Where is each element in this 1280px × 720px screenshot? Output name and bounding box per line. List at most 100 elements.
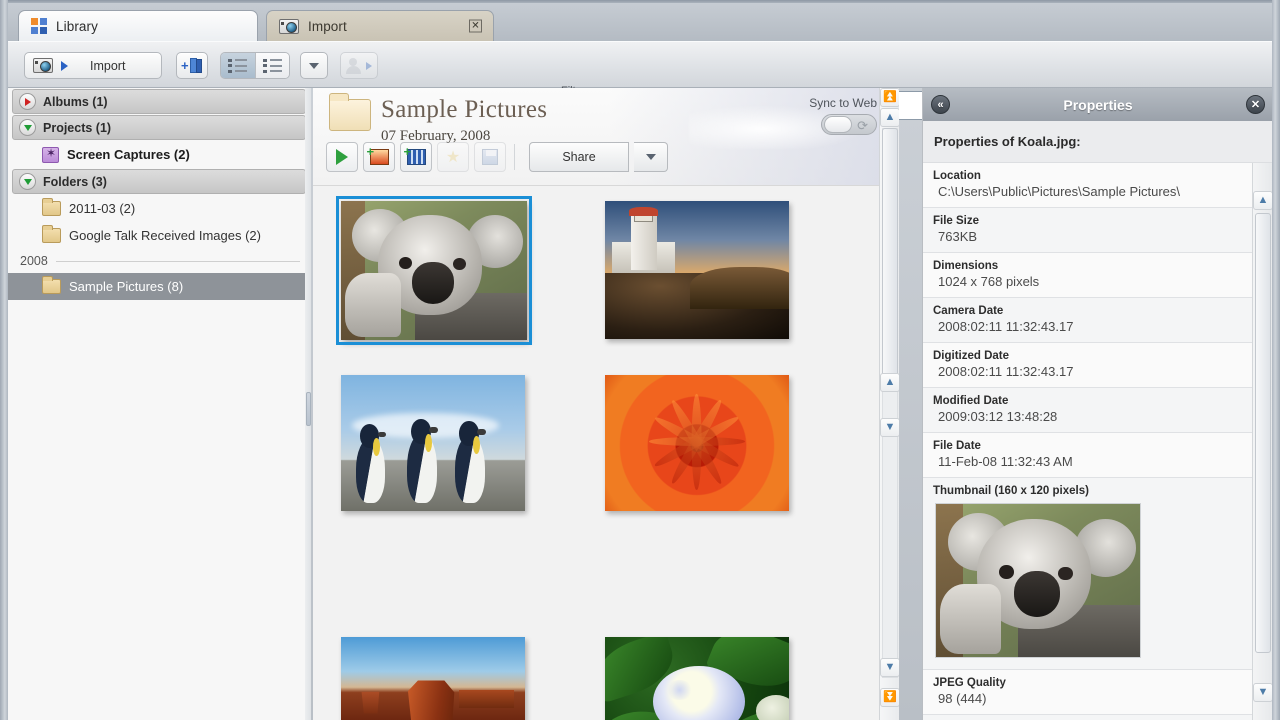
scroll-down-button[interactable]: ▼ <box>1253 683 1272 702</box>
collapse-left-icon[interactable]: « <box>931 95 950 114</box>
folder-icon <box>42 198 61 216</box>
folder-icon <box>42 225 61 243</box>
play-icon <box>336 149 348 165</box>
photo-browser: Sample Pictures 07 February, 2008 Sync t… <box>313 88 899 720</box>
divider <box>514 144 515 170</box>
play-triangle-icon <box>61 60 68 71</box>
sidebar-group-albums[interactable]: Albums (1) <box>12 89 306 114</box>
photo-thumbnail-penguins[interactable] <box>341 375 525 511</box>
photo-tile[interactable] <box>605 637 789 720</box>
scroll-down-button[interactable]: ▼ <box>880 658 899 677</box>
property-value: 2008:02:11 11:32:43.17 <box>938 319 1074 334</box>
scrollbar-thumb[interactable] <box>1255 213 1271 653</box>
sync-refresh-icon: ⟳ <box>857 118 868 133</box>
property-key: Modified Date <box>933 395 1009 407</box>
view-options-menu-button[interactable] <box>300 52 328 79</box>
property-value: 1024 x 768 pixels <box>938 274 1040 289</box>
properties-list[interactable]: Location C:\Users\Public\Pictures\Sample … <box>923 163 1253 720</box>
add-movie-icon <box>404 144 426 165</box>
sidebar-group-projects-label: Projects (1) <box>43 120 112 135</box>
star-button[interactable]: ★ <box>437 142 469 172</box>
close-circle-icon[interactable]: ✕ <box>1246 95 1265 114</box>
sidebar-item-label: 2011-03 (2) <box>69 201 136 216</box>
add-movie-button[interactable] <box>400 142 432 172</box>
sidebar-item-google-talk-received-images[interactable]: Google Talk Received Images (2) <box>8 222 310 249</box>
photo-image <box>605 375 789 511</box>
photo-tile[interactable] <box>341 375 525 511</box>
photo-image <box>341 375 525 511</box>
up-icon: ▲ <box>884 376 896 388</box>
property-value: 11-Feb-08 11:32:43 AM <box>938 454 1073 469</box>
scroll-up-button[interactable]: ▲ <box>1253 191 1272 210</box>
share-button[interactable]: Share <box>529 142 629 172</box>
scroll-page-up-button[interactable]: ▲ <box>880 373 899 392</box>
scroll-up-button[interactable]: ▲ <box>880 108 899 127</box>
flat-list-view-button[interactable] <box>221 53 255 78</box>
scroll-bottom-button[interactable]: ⏬ <box>880 688 899 707</box>
share-menu-button[interactable] <box>634 142 668 172</box>
photo-tile[interactable] <box>341 637 525 720</box>
photo-grid <box>313 187 899 720</box>
double-down-icon: ⏬ <box>883 691 897 703</box>
property-key: File Size <box>933 215 980 227</box>
property-value: 98 (444) <box>938 691 987 706</box>
floppy-disk-icon <box>482 149 498 165</box>
sidebar-item-2011-03[interactable]: 2011-03 (2) <box>8 195 310 222</box>
property-key: File Date <box>933 440 981 452</box>
album-header: Sample Pictures 07 February, 2008 Sync t… <box>313 88 899 186</box>
flat-list-icon <box>228 58 248 73</box>
scrollbar-thumb[interactable] <box>882 128 898 378</box>
tab-import[interactable]: Import ✕ <box>266 10 494 41</box>
property-value: 2009:03:12 13:48:28 <box>938 409 1058 424</box>
save-button[interactable] <box>474 142 506 172</box>
property-thumbnail <box>935 503 1141 658</box>
camera-icon <box>33 58 53 73</box>
photo-tile[interactable] <box>336 196 532 345</box>
picasa-window: Library Import ✕ Import + Albums (1) Pro… <box>0 0 1280 720</box>
property-key: Dimensions <box>933 260 999 272</box>
tab-import-label: Import <box>308 18 347 34</box>
property-key: JPEG Quality <box>933 677 1006 689</box>
tab-library[interactable]: Library <box>18 10 258 41</box>
property-row: Modified Date 2009:03:12 13:48:28 <box>923 388 1253 433</box>
tree-list-view-button[interactable] <box>255 53 289 78</box>
photo-thumbnail-chrysanthemum[interactable] <box>605 375 789 511</box>
camera-icon <box>279 18 299 34</box>
property-row: File Size 763KB <box>923 208 1253 253</box>
sidebar-splitter-grip[interactable] <box>306 392 311 426</box>
sidebar-item-screen-captures[interactable]: Screen Captures (2) <box>8 141 310 168</box>
window-left-edge <box>0 0 8 720</box>
photo-thumbnail-hydrangeas[interactable] <box>605 637 789 720</box>
sidebar-group-folders[interactable]: Folders (3) <box>12 169 306 194</box>
photo-thumbnail-desert[interactable] <box>341 637 525 720</box>
library-sidebar: Albums (1) Projects (1) Screen Captures … <box>8 88 311 720</box>
album-title: Sample Pictures <box>381 96 548 123</box>
import-button[interactable]: Import <box>24 52 162 79</box>
add-photo-button[interactable] <box>363 142 395 172</box>
add-album-icon: + <box>181 58 203 73</box>
disclosure-down-icon[interactable] <box>19 119 36 136</box>
sync-to-web-toggle[interactable]: ⟳ <box>821 114 877 135</box>
star-icon: ★ <box>445 149 461 166</box>
close-icon[interactable]: ✕ <box>469 19 482 33</box>
sidebar-group-projects[interactable]: Projects (1) <box>12 115 306 140</box>
people-button[interactable] <box>340 52 378 79</box>
sidebar-group-albums-label: Albums (1) <box>43 94 108 109</box>
scroll-page-down-button[interactable]: ▼ <box>880 418 899 437</box>
photo-tile[interactable] <box>605 375 789 511</box>
property-value: C:\Users\Public\Pictures\Sample Pictures… <box>938 184 1181 199</box>
slideshow-button[interactable] <box>326 142 358 172</box>
tree-list-icon <box>262 58 283 73</box>
disclosure-down-icon[interactable] <box>19 173 36 190</box>
properties-scrollbar[interactable]: ▲ ▼ <box>1252 163 1272 720</box>
scroll-top-button[interactable]: ⏫ <box>880 88 899 107</box>
photo-tile[interactable] <box>605 201 789 339</box>
down-icon: ▼ <box>1257 686 1269 698</box>
disclosure-right-icon[interactable] <box>19 93 36 110</box>
photo-thumbnail-lighthouse[interactable] <box>605 201 789 339</box>
sidebar-item-sample-pictures[interactable]: Sample Pictures (8) <box>8 273 310 300</box>
photo-grid-scrollbar[interactable]: ⏫ ▲ ▲ ▼ ▼ ⏬ <box>879 88 899 720</box>
photo-thumbnail-koala[interactable] <box>336 196 532 345</box>
property-key: Thumbnail (160 x 120 pixels) <box>933 485 1089 497</box>
add-album-button[interactable]: + <box>176 52 208 79</box>
